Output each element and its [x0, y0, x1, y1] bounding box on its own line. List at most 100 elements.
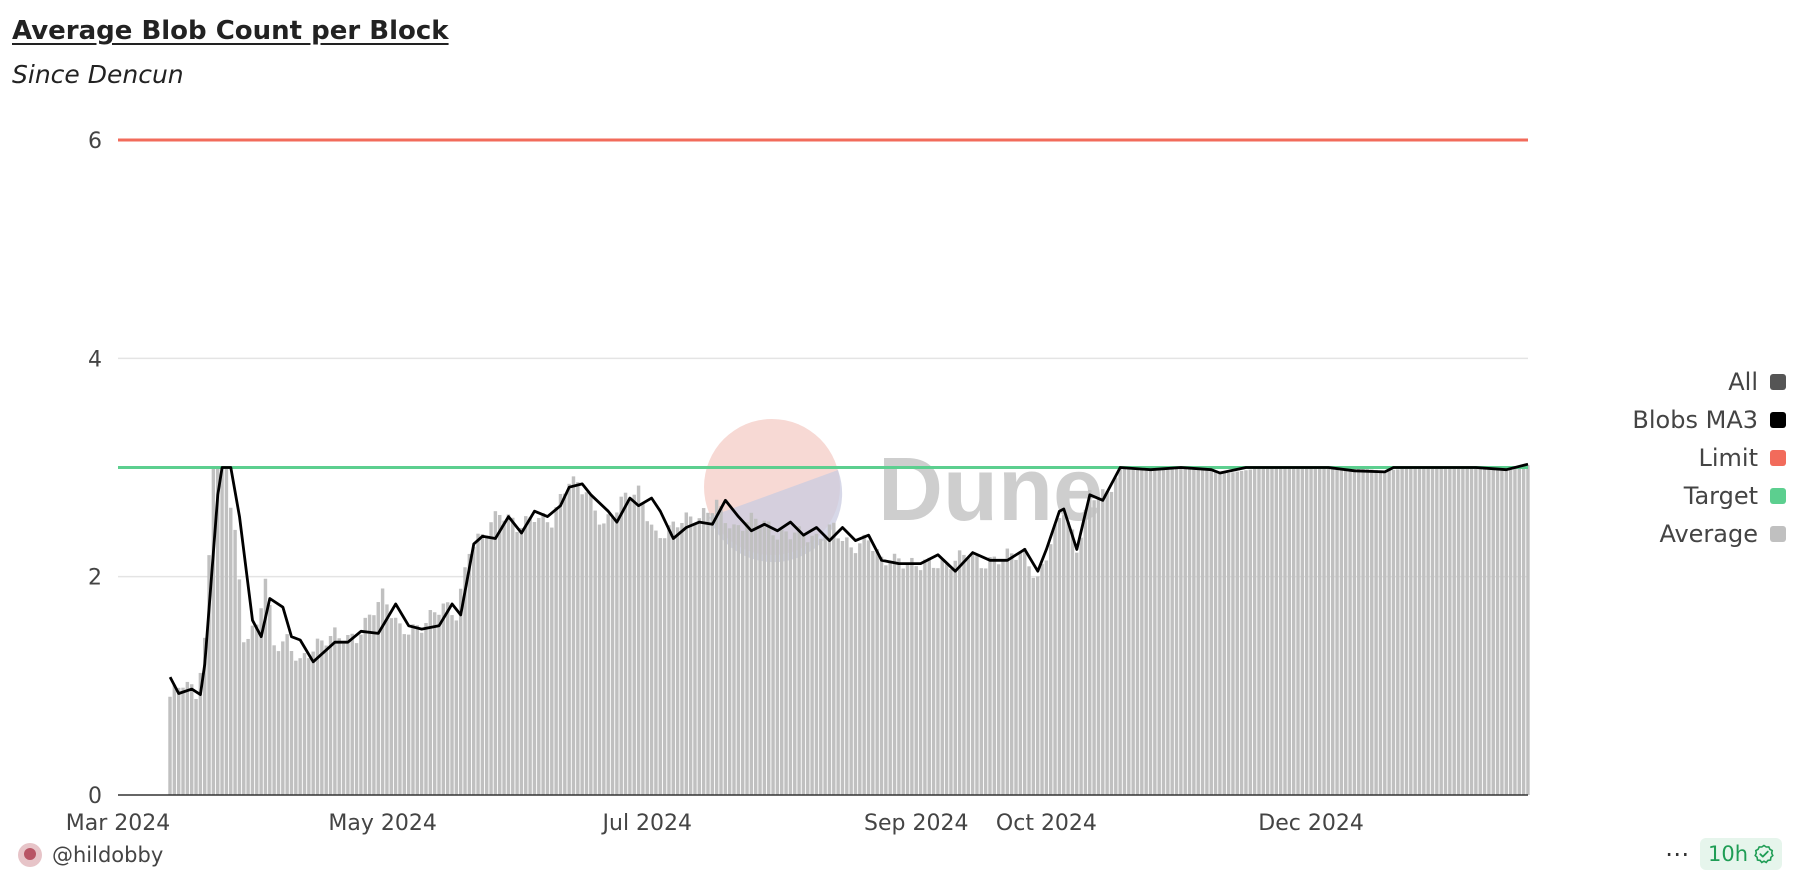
average-bar [992, 556, 997, 795]
average-bar [1022, 548, 1027, 795]
average-bar [367, 614, 372, 795]
average-bar [1309, 467, 1313, 795]
average-bar [471, 546, 476, 795]
average-bar [840, 540, 845, 795]
average-bar [359, 634, 363, 795]
average-bar [1062, 515, 1066, 795]
average-bar [1049, 544, 1053, 795]
average-bar [658, 538, 662, 795]
average-bar [1513, 467, 1517, 795]
average-bar [185, 681, 190, 795]
average-bar [940, 559, 944, 795]
average-bar [476, 533, 480, 795]
average-bar [801, 534, 806, 795]
average-bar [346, 635, 350, 795]
average-bar [970, 554, 975, 795]
average-bar [1435, 467, 1439, 795]
average-bar [1244, 470, 1248, 795]
average-bar [654, 530, 658, 795]
average-bar [1014, 559, 1018, 795]
average-bar [680, 523, 684, 795]
average-bar [736, 525, 741, 795]
average-bar [1422, 467, 1426, 795]
legend-label: Average [1659, 520, 1758, 548]
average-bar [1213, 471, 1218, 795]
average-bar [502, 520, 506, 795]
average-bar [454, 620, 459, 795]
average-bar [220, 467, 224, 795]
average-bar [1118, 467, 1122, 795]
average-bar [619, 496, 623, 795]
legend-item-limit[interactable]: Limit [1632, 439, 1786, 477]
average-bar [836, 538, 840, 795]
average-bar [662, 538, 667, 795]
average-bar [1075, 552, 1079, 795]
legend-swatch [1770, 412, 1786, 428]
average-bar [1209, 470, 1213, 795]
legend-item-all[interactable]: All [1632, 363, 1786, 401]
average-bar [1009, 553, 1014, 795]
average-bar [584, 492, 589, 795]
average-bar [1326, 467, 1331, 795]
average-bar [424, 622, 428, 795]
average-bar [480, 534, 485, 795]
average-bar [1335, 467, 1339, 795]
average-bar [350, 633, 354, 795]
average-bar [333, 627, 337, 795]
average-bar [398, 623, 402, 795]
average-bar [719, 506, 723, 795]
average-bar [1287, 467, 1292, 795]
average-bar [229, 507, 233, 795]
average-bar [1040, 563, 1044, 795]
average-bar [1487, 469, 1491, 795]
average-bar [823, 537, 827, 795]
chart-canvas: Dune 0246Mar 2024 May 2024 Jul 2024 Sep 202… [66, 129, 1530, 836]
average-bar [1179, 467, 1183, 795]
average-bar [506, 514, 511, 795]
average-bar [1478, 468, 1482, 795]
average-bar [905, 563, 910, 795]
average-bar [441, 603, 446, 795]
average-bar [337, 638, 341, 795]
average-bar [1391, 469, 1396, 795]
average-bar [1322, 467, 1326, 795]
more-options-button[interactable]: ⋯ [1665, 840, 1690, 868]
average-bar [402, 634, 407, 795]
average-bar [918, 570, 923, 795]
average-bar [727, 528, 732, 795]
average-bar [432, 612, 437, 795]
average-bar [389, 618, 393, 795]
average-bar [1517, 466, 1521, 795]
average-bar [467, 553, 472, 795]
average-bar [1508, 467, 1513, 795]
average-bar [957, 550, 962, 795]
average-bar [806, 542, 810, 795]
author-link[interactable]: @hildobby [18, 843, 163, 867]
legend-item-blobs-ma3[interactable]: Blobs MA3 [1632, 401, 1786, 439]
average-bar [884, 565, 888, 795]
average-bar [372, 615, 376, 795]
average-bar [493, 511, 498, 795]
average-bar [1001, 559, 1005, 795]
average-bar [788, 539, 793, 795]
legend-swatch [1770, 374, 1786, 390]
y-tick-label: 2 [88, 566, 102, 591]
average-bar [532, 522, 537, 795]
average-bar [1404, 468, 1409, 795]
refresh-age: 10h [1708, 842, 1749, 866]
average-bar [732, 524, 736, 795]
average-bar [1200, 469, 1205, 795]
average-bar [567, 483, 571, 795]
average-bar [498, 514, 502, 795]
legend-item-average[interactable]: Average [1632, 515, 1786, 553]
legend-swatch [1770, 488, 1786, 504]
average-bar [1296, 467, 1300, 795]
refresh-status-badge[interactable]: 10h [1700, 838, 1783, 870]
average-bar [315, 638, 320, 795]
average-bar [1344, 467, 1348, 795]
average-bar [1365, 469, 1370, 795]
average-bar [610, 517, 615, 795]
legend-item-target[interactable]: Target [1632, 477, 1786, 515]
average-bar [597, 524, 602, 795]
average-bar [1231, 472, 1235, 795]
